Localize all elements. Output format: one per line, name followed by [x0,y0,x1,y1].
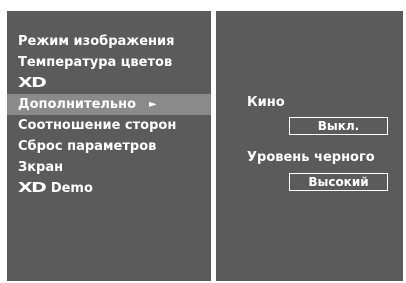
menu-item-label: Demo [50,181,93,196]
submenu-arrow-icon: ► [149,99,157,110]
menu-item-reset[interactable]: Сброс параметров [7,136,211,157]
main-menu: Режим изображения Температура цветов XD … [7,31,211,199]
menu-item-label: Сброс параметров [18,139,157,154]
menu-item-xd[interactable]: XD [7,73,211,94]
tv-osd-screen: Режим изображения Температура цветов XD … [1,1,405,282]
menu-item-aspect-ratio[interactable]: Соотношение сторон [7,115,211,136]
menu-item-color-temperature[interactable]: Температура цветов [7,52,211,73]
xd-logo: XD [18,181,47,196]
menu-item-label: Дополнительно [18,97,137,112]
menu-item-label: Соотношение сторон [18,118,177,133]
cinema-label: Кино [247,95,285,110]
menu-item-label: Зкран [18,160,64,175]
menu-item-picture-mode[interactable]: Режим изображения [7,31,211,52]
menu-item-advanced[interactable]: Дополнительно ► [7,94,211,115]
black-level-value-box[interactable]: Высокий [289,173,388,191]
cinema-value-box[interactable]: Выкл. [289,117,388,135]
menu-item-xd-demo[interactable]: XD Demo [7,178,211,199]
menu-item-label: Температура цветов [18,55,173,70]
black-level-label: Уровень черного [247,150,375,165]
menu-item-label: Режим изображения [18,34,175,49]
xd-logo: XD [18,76,47,91]
main-menu-panel: Режим изображения Температура цветов XD … [7,11,211,281]
submenu-panel: Кино Выкл. Уровень черного Высокий [216,11,403,281]
menu-item-screen[interactable]: Зкран [7,157,211,178]
